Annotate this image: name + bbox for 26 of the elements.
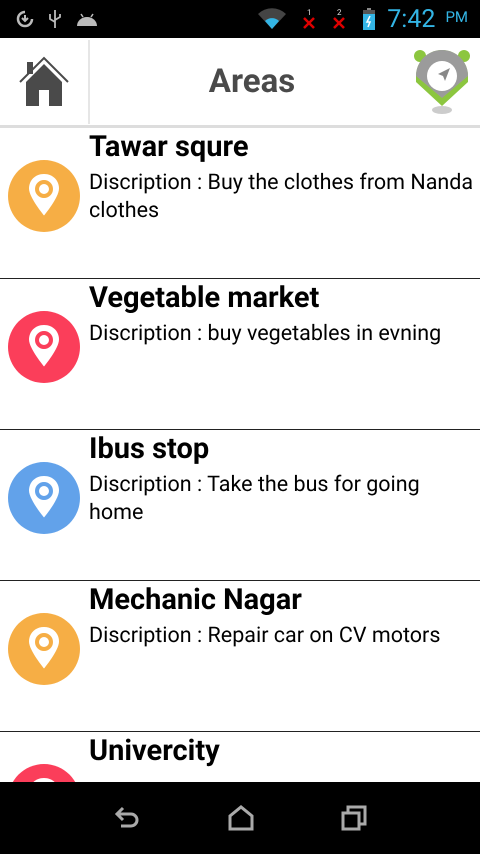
sim-number: 1: [306, 9, 312, 17]
area-description: Discription : Take the bus for going home: [89, 471, 421, 527]
no-signal-icon: [303, 17, 316, 29]
area-name[interactable]: Vegetable market: [89, 280, 442, 316]
usb-icon: [48, 9, 62, 29]
android-icon: [76, 11, 98, 27]
clock-meridiem: PM: [445, 8, 468, 26]
no-signal-icon: [333, 17, 346, 29]
area-description: Discription : Repair car on CV motors: [89, 622, 440, 650]
area-name[interactable]: Mechanic Nagar: [89, 582, 440, 618]
recent-apps-button[interactable]: [340, 805, 367, 831]
sync-icon: [16, 10, 34, 28]
clock-time: 7:42: [387, 4, 436, 34]
compass-pin-icon[interactable]: [414, 48, 470, 116]
area-description: Discription : buy vegetables in evning: [89, 320, 442, 348]
home-icon: [18, 56, 70, 108]
home-button[interactable]: [228, 805, 254, 831]
wifi-icon: [257, 8, 288, 30]
area-name[interactable]: Ibus stop: [89, 431, 474, 467]
area-name[interactable]: Tawar squre: [89, 129, 474, 165]
area-description: Discription : Buy the clothes from Nanda clothes: [89, 169, 474, 225]
back-button[interactable]: [113, 806, 142, 830]
screen-title: Areas: [208, 62, 296, 101]
battery-charging-icon: [363, 8, 376, 30]
area-name[interactable]: Univercity: [89, 733, 220, 769]
sim-number: 2: [336, 9, 342, 17]
